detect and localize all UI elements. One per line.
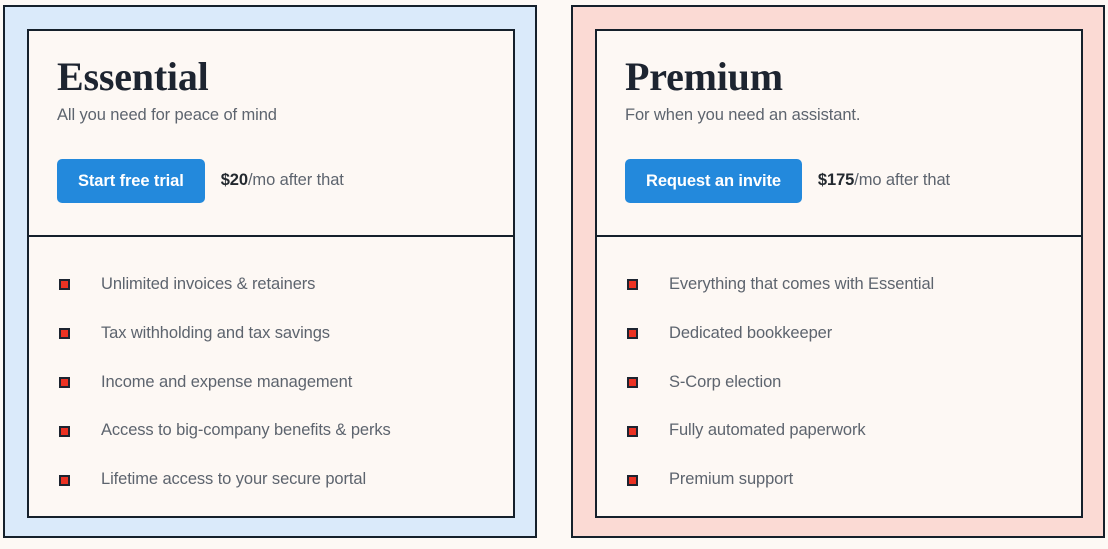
- bullet-square-icon: [59, 279, 70, 291]
- plan-title-premium: Premium: [625, 54, 783, 99]
- feature-label: Fully automated paperwork: [669, 421, 866, 440]
- bullet-square-icon: [59, 474, 70, 486]
- plan-card-essential: Essential All you need for peace of mind…: [27, 29, 515, 518]
- list-item: Tax withholding and tax savings: [59, 324, 485, 344]
- list-item: Access to big-company benefits & perks: [59, 421, 485, 441]
- feature-label: Access to big-company benefits & perks: [101, 421, 391, 440]
- list-item: Dedicated bookkeeper: [627, 324, 1053, 344]
- pricing-plans-row: Essential All you need for peace of mind…: [0, 0, 1108, 549]
- plan-cta-row-premium: Request an invite $175/mo after that: [625, 158, 1053, 203]
- price-suffix-premium: /mo after that: [854, 171, 951, 190]
- feature-label: Dedicated bookkeeper: [669, 323, 833, 342]
- start-free-trial-button[interactable]: Start free trial: [57, 158, 205, 203]
- bullet-square-icon: [59, 425, 70, 437]
- plan-header-premium: Premium For when you need an assistant. …: [597, 31, 1081, 235]
- price-amount-essential: $20: [220, 171, 248, 190]
- price-amount-premium: $175: [817, 171, 855, 190]
- bullet-square-icon: [627, 376, 638, 388]
- bullet-square-icon: [627, 279, 638, 291]
- request-an-invite-button[interactable]: Request an invite: [625, 158, 802, 203]
- bullet-square-icon: [59, 376, 70, 388]
- plan-frame-premium: Premium For when you need an assistant. …: [571, 5, 1105, 538]
- feature-label: S-Corp election: [669, 372, 782, 391]
- plan-title-essential: Essential: [57, 54, 209, 99]
- plan-tagline-premium: For when you need an assistant.: [625, 106, 861, 124]
- price-note-essential: $20/mo after that: [221, 171, 344, 190]
- plan-frame-essential: Essential All you need for peace of mind…: [3, 5, 537, 538]
- bullet-square-icon: [59, 328, 70, 340]
- feature-list-premium: Everything that comes with Essential Ded…: [597, 237, 1081, 516]
- feature-label: Income and expense management: [101, 372, 353, 391]
- plan-header-essential: Essential All you need for peace of mind…: [29, 31, 513, 235]
- list-item: Unlimited invoices & retainers: [59, 275, 485, 295]
- feature-label: Tax withholding and tax savings: [101, 323, 330, 342]
- list-item: Income and expense management: [59, 373, 485, 393]
- list-item: Everything that comes with Essential: [627, 275, 1053, 295]
- feature-label: Unlimited invoices & retainers: [101, 275, 316, 293]
- price-suffix-essential: /mo after that: [247, 171, 344, 190]
- feature-label: Everything that comes with Essential: [669, 275, 935, 293]
- feature-label: Premium support: [669, 470, 794, 489]
- feature-label: Lifetime access to your secure portal: [101, 470, 367, 489]
- list-item: Fully automated paperwork: [627, 421, 1053, 441]
- plan-cta-row-essential: Start free trial $20/mo after that: [57, 158, 485, 203]
- bullet-square-icon: [627, 474, 638, 486]
- list-item: Lifetime access to your secure portal: [59, 470, 485, 490]
- feature-list-essential: Unlimited invoices & retainers Tax withh…: [29, 237, 513, 516]
- price-note-premium: $175/mo after that: [818, 171, 950, 190]
- bullet-square-icon: [627, 328, 638, 340]
- plan-card-premium: Premium For when you need an assistant. …: [595, 29, 1083, 518]
- bullet-square-icon: [627, 425, 638, 437]
- plan-tagline-essential: All you need for peace of mind: [57, 106, 277, 124]
- list-item: S-Corp election: [627, 373, 1053, 393]
- list-item: Premium support: [627, 470, 1053, 490]
